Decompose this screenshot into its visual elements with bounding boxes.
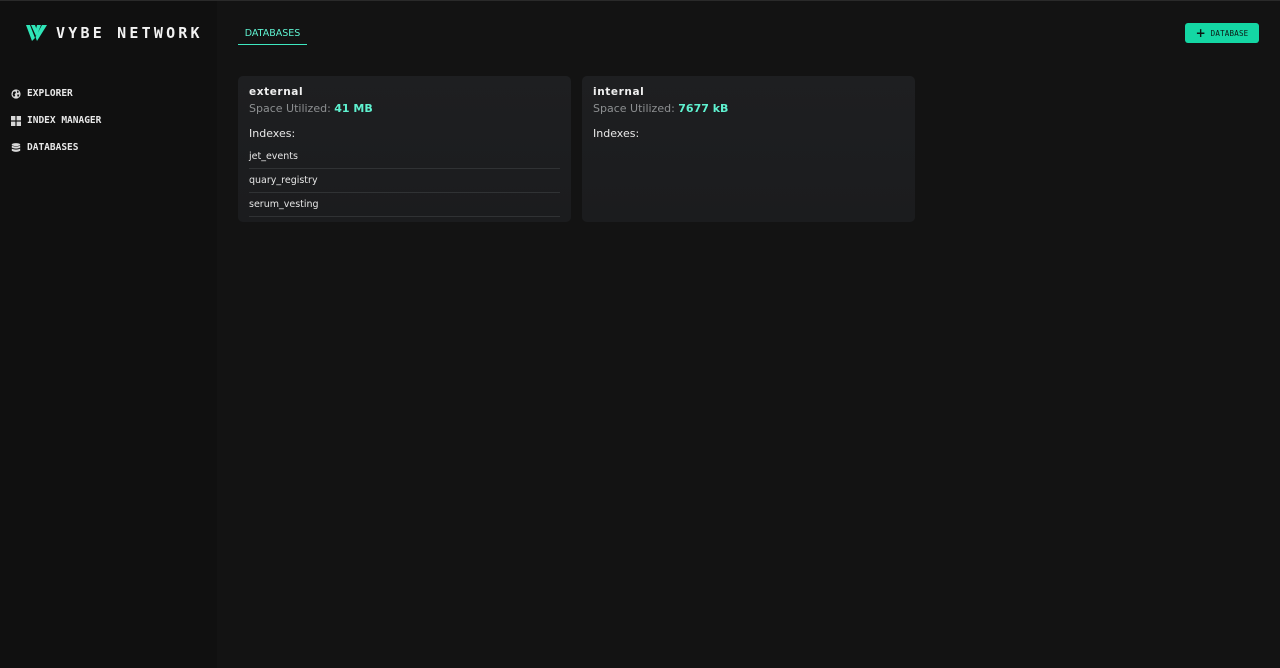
database-name: external: [249, 86, 304, 98]
logo-text: VYBE NETWORK: [56, 24, 203, 42]
index-item[interactable]: jet_events: [249, 145, 560, 169]
sidebar-item-label: DATABASES: [27, 142, 79, 153]
database-name: internal: [593, 86, 645, 98]
index-item[interactable]: quary_registry: [249, 169, 560, 193]
space-utilized: Space Utilized: 41 MB: [249, 102, 560, 116]
add-database-button-label: DATABASE: [1210, 28, 1249, 38]
grid-icon: [11, 115, 21, 126]
sidebar-nav: EXPLORER INDEX MANAGER DATABASES: [0, 80, 217, 161]
tab-databases[interactable]: DATABASES: [238, 22, 307, 45]
globe-icon: [11, 88, 21, 99]
indexes-label: Indexes:: [249, 127, 296, 140]
sidebar-item-label: EXPLORER: [27, 88, 73, 99]
sidebar-item-index-manager[interactable]: INDEX MANAGER: [0, 107, 217, 134]
plus-icon: +: [1195, 26, 1206, 40]
add-database-button[interactable]: + DATABASE: [1185, 23, 1259, 43]
database-icon: [11, 142, 21, 152]
indexes-label: Indexes:: [593, 127, 640, 140]
index-item[interactable]: serum_vesting: [249, 193, 560, 217]
index-list: jet_events quary_registry serum_vesting: [249, 145, 560, 217]
space-utilized-value: 41 MB: [334, 102, 373, 115]
sidebar-item-databases[interactable]: DATABASES: [0, 134, 217, 161]
database-card-internal: internal Space Utilized: 7677 kB Indexes…: [582, 76, 915, 222]
space-utilized-label: Space Utilized:: [249, 102, 331, 115]
space-utilized-label: Space Utilized:: [593, 102, 675, 115]
space-utilized: Space Utilized: 7677 kB: [593, 102, 904, 116]
sidebar: VYBE NETWORK EXPLORER INDEX MANAGER DATA…: [0, 1, 217, 668]
logo[interactable]: VYBE NETWORK: [26, 23, 203, 43]
sidebar-item-explorer[interactable]: EXPLORER: [0, 80, 217, 107]
database-card-external: external Space Utilized: 41 MB Indexes: …: [238, 76, 571, 222]
sidebar-item-label: INDEX MANAGER: [27, 115, 102, 126]
vybe-logo-icon: [26, 25, 47, 41]
space-utilized-value: 7677 kB: [678, 102, 729, 115]
